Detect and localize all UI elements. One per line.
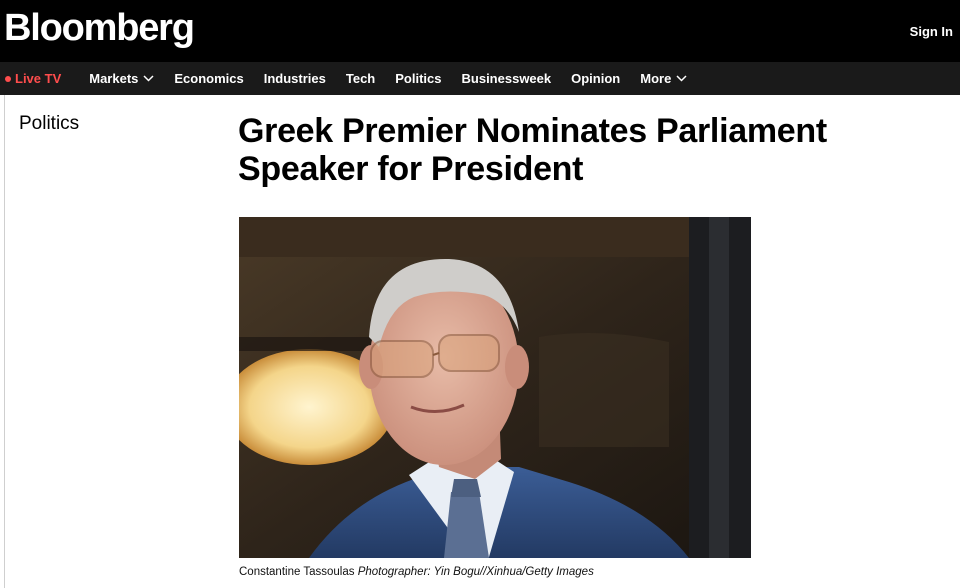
nav-item-economics[interactable]: Economics [174,71,243,86]
left-divider [4,95,5,588]
nav-item-opinion[interactable]: Opinion [571,71,620,86]
sign-in-link[interactable]: Sign In [910,24,960,39]
section-label[interactable]: Politics [19,113,79,135]
caption-credit: Photographer: Yin Bogu//Xinhua/Getty Ima… [357,566,594,578]
live-dot-icon [5,75,11,82]
caption-name: Constantine Tassoulas [239,566,355,578]
nav-item-label: Opinion [571,71,621,86]
nav-item-label: Markets [89,71,139,86]
article-photo [239,217,751,558]
chevron-down-icon [676,75,687,82]
article-photo-image [239,217,751,558]
nav-live-tv[interactable]: Live TV [0,71,61,86]
nav-item-politics[interactable]: Politics [395,71,441,86]
nav-item-label: Industries [263,71,326,86]
nav-item-label: Politics [395,71,442,86]
nav-item-industries[interactable]: Industries [264,71,326,86]
nav-item-markets[interactable]: Markets [89,71,154,86]
nav-item-businessweek[interactable]: Businessweek [462,71,552,86]
nav-item-label: Economics [174,71,244,86]
photo-caption: Constantine Tassoulas Photographer: Yin … [239,566,594,578]
nav-item-label: Businessweek [461,71,552,86]
nav-item-tech[interactable]: Tech [346,71,375,86]
article-headline: Greek Premier Nominates Parliament Speak… [238,112,827,188]
bloomberg-logo[interactable]: Bloomberg [0,9,195,47]
nav-live-tv-label: Live TV [15,71,62,86]
chevron-down-icon [143,75,154,82]
nav-item-label: More [640,71,672,86]
main-nav: Live TV Markets Economics Industries Tec… [0,62,960,95]
top-bar: Bloomberg Sign In [0,0,960,62]
nav-item-more[interactable]: More [640,71,687,86]
nav-item-label: Tech [345,71,376,86]
